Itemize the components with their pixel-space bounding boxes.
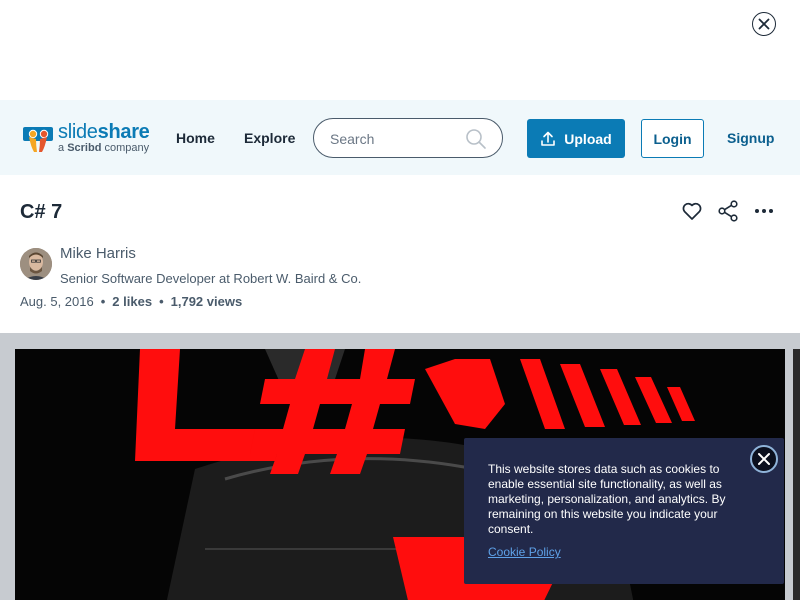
signup-link[interactable]: Signup [727, 130, 774, 146]
upload-label: Upload [564, 130, 612, 147]
document-header: C# 7 Mike Harris Senior Software Develop… [0, 175, 800, 333]
author-role: Senior Software Developer at Robert W. B… [60, 271, 362, 286]
avatar[interactable] [20, 248, 52, 280]
cookie-message: This website stores data such as cookies… [488, 462, 726, 536]
cookie-policy-link[interactable]: Cookie Policy [488, 545, 561, 559]
upload-date: Aug. 5, 2016 [20, 294, 94, 309]
nav-explore-link[interactable]: Explore [244, 130, 295, 146]
ad-close-button[interactable] [752, 12, 776, 36]
nav-home-link[interactable]: Home [176, 130, 215, 146]
next-slide-preview[interactable] [793, 349, 800, 600]
close-icon [758, 18, 770, 30]
views-count: 1,792 views [170, 294, 243, 309]
meta-separator: • [159, 294, 164, 309]
document-meta: Aug. 5, 2016 • 2 likes • 1,792 views [20, 294, 242, 309]
login-button[interactable]: Login [641, 119, 704, 158]
page-title: C# 7 [20, 201, 63, 223]
more-icon[interactable] [752, 199, 776, 223]
close-icon [758, 453, 770, 465]
slideshare-logo[interactable]: slideshare a Scribd company [22, 121, 152, 157]
meta-separator: • [100, 294, 106, 309]
ad-banner-area [0, 0, 800, 100]
author-name[interactable]: Mike Harris [60, 245, 136, 262]
cookie-close-button[interactable] [750, 445, 778, 473]
share-icon[interactable] [716, 199, 740, 223]
logo-wordmark: slideshare [58, 121, 150, 143]
search-icon[interactable] [464, 127, 488, 151]
logo-tagline: a Scribd company [58, 142, 150, 154]
heart-icon[interactable] [680, 199, 704, 223]
slideshare-logo-icon [23, 127, 53, 152]
upload-icon [541, 131, 556, 146]
cookie-banner: This website stores data such as cookies… [464, 438, 784, 584]
search-box[interactable] [313, 118, 503, 158]
site-header: slideshare a Scribd company Home Explore… [0, 100, 800, 175]
author-photo [20, 248, 52, 280]
search-input[interactable] [330, 129, 460, 149]
likes-count: 2 likes [112, 294, 153, 309]
upload-button[interactable]: Upload [527, 119, 625, 158]
